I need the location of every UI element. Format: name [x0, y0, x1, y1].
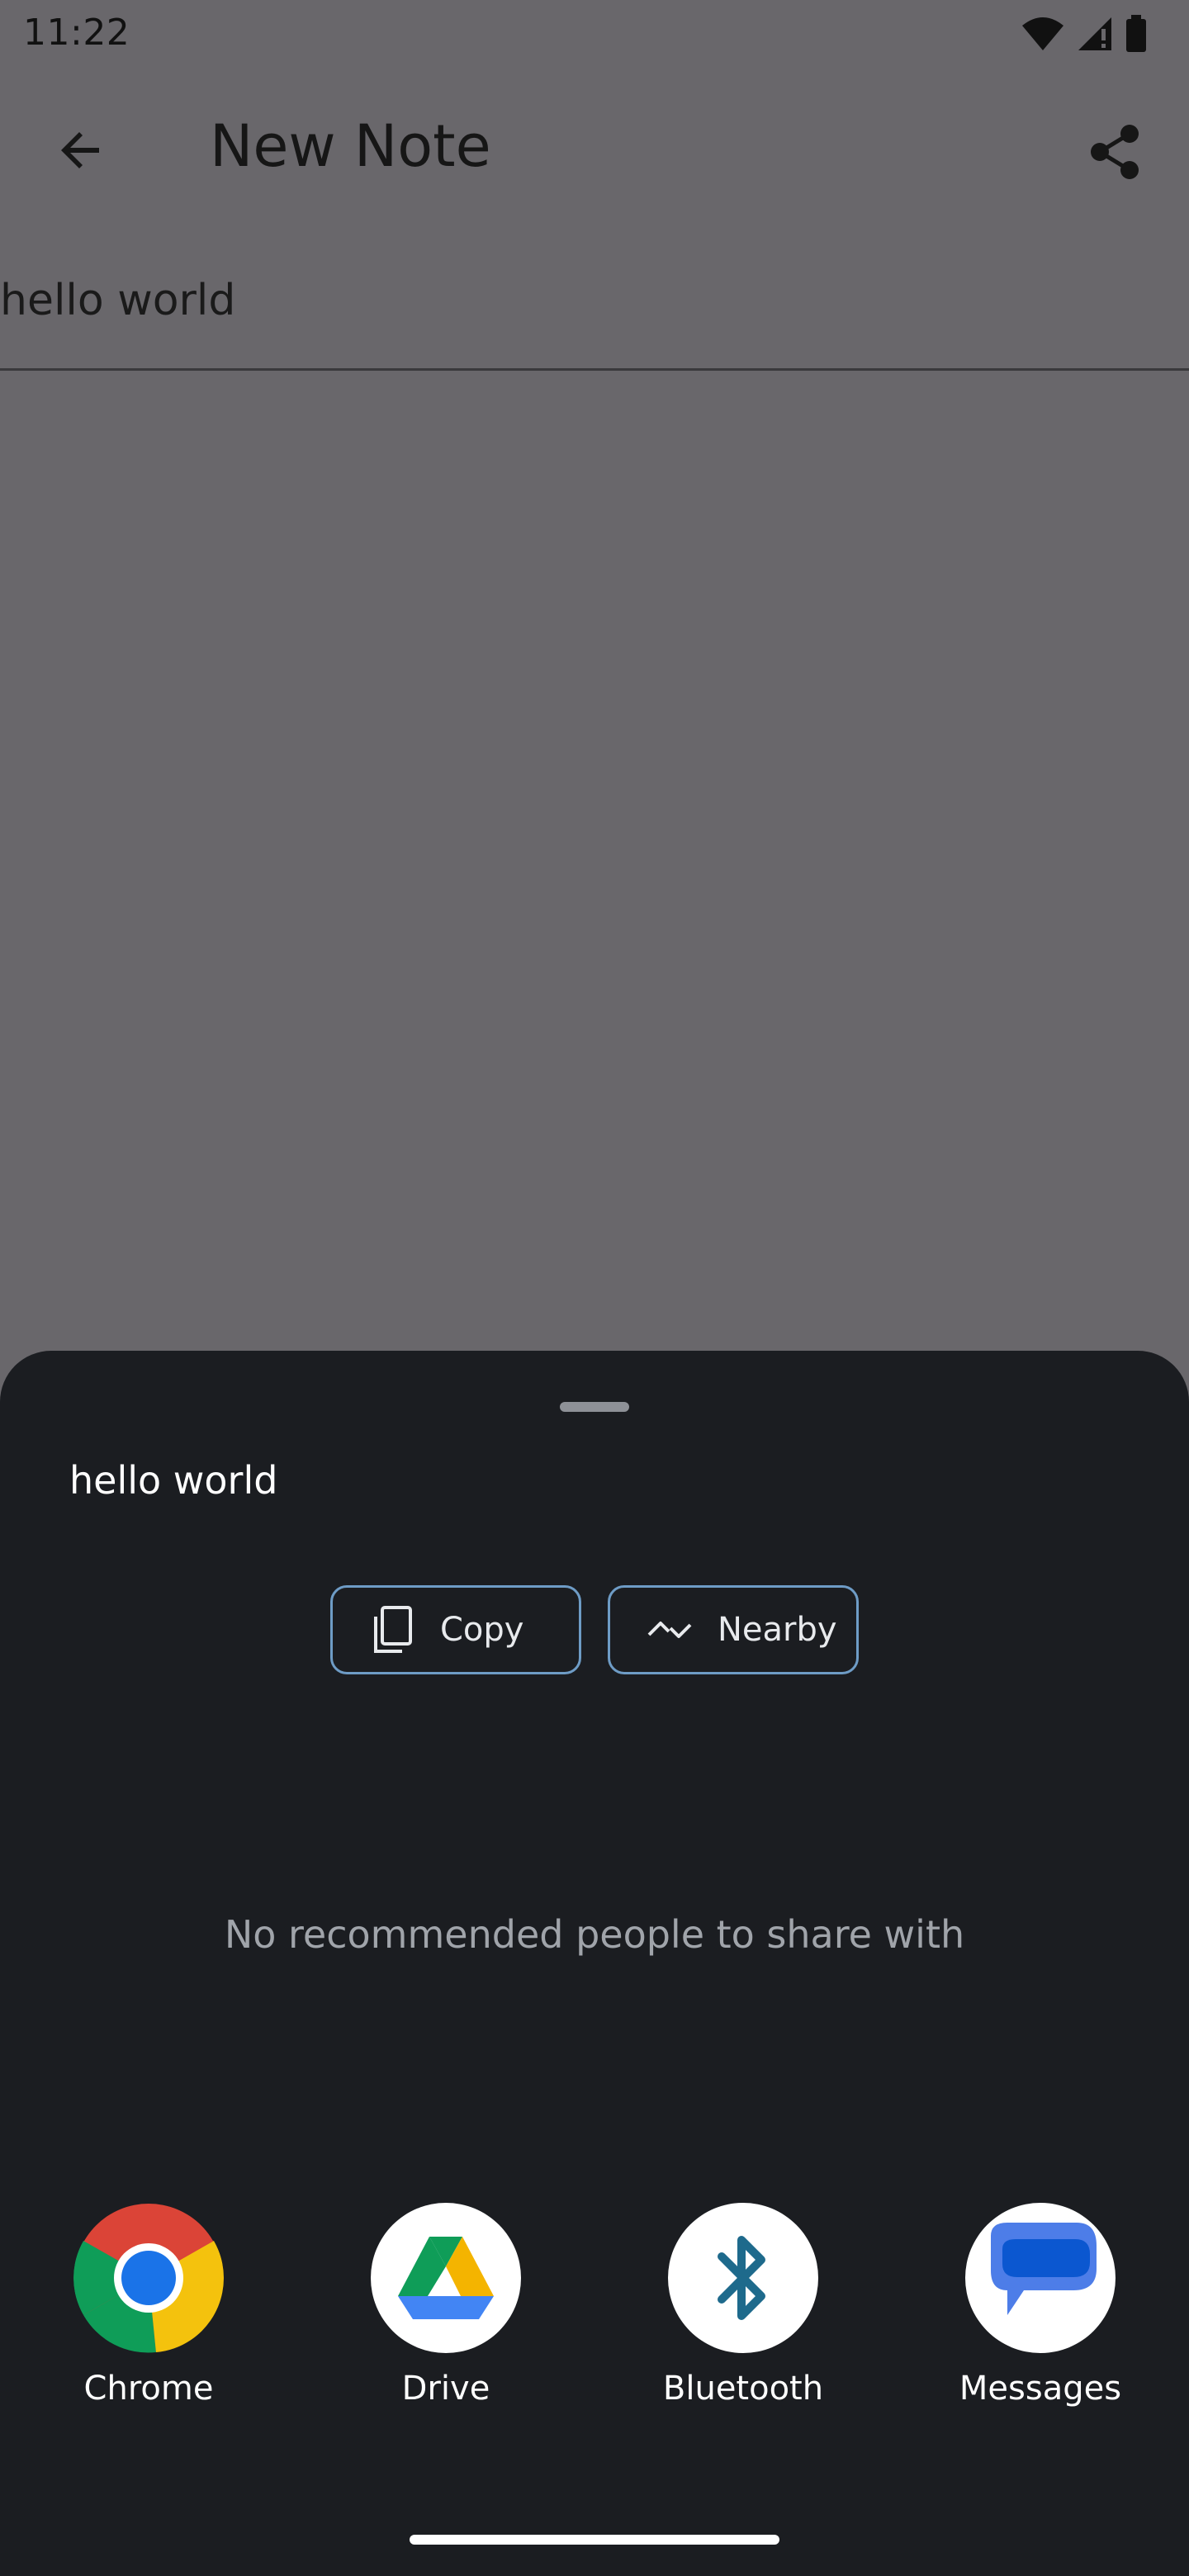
- copy-button-label: Copy: [440, 1611, 524, 1649]
- share-apps-row: Chrome Drive Bluetooth Messages: [0, 2203, 1189, 2451]
- no-recommendations-message: No recommended people to share with: [224, 1912, 965, 1957]
- chrome-icon: [73, 2203, 224, 2353]
- share-target-messages[interactable]: Messages: [917, 2203, 1164, 2408]
- share-preview-text: hello world: [69, 1458, 278, 1503]
- nearby-icon: [645, 1605, 694, 1655]
- copy-button[interactable]: Copy: [330, 1585, 581, 1674]
- drag-handle[interactable]: [560, 1402, 629, 1412]
- share-target-drive[interactable]: Drive: [322, 2203, 570, 2408]
- nearby-button[interactable]: Nearby: [608, 1585, 859, 1674]
- share-target-label: Chrome: [83, 2370, 214, 2408]
- share-icon: [1087, 122, 1143, 185]
- share-target-label: Messages: [959, 2370, 1122, 2408]
- share-target-label: Drive: [401, 2370, 490, 2408]
- messages-icon: [965, 2203, 1116, 2353]
- back-button[interactable]: [38, 109, 124, 195]
- copy-icon: [367, 1605, 417, 1655]
- note-content[interactable]: hello world: [0, 276, 235, 325]
- status-icons: [1021, 15, 1148, 56]
- status-bar: 11:22: [0, 0, 1189, 69]
- share-target-label: Bluetooth: [662, 2370, 824, 2408]
- status-time: 11:22: [23, 12, 130, 54]
- page-title: New Note: [210, 112, 491, 180]
- share-target-bluetooth[interactable]: Bluetooth: [619, 2203, 867, 2408]
- bluetooth-icon: [668, 2203, 818, 2353]
- drive-icon: [371, 2203, 521, 2353]
- nearby-button-label: Nearby: [718, 1611, 837, 1649]
- home-indicator[interactable]: [410, 2535, 779, 2545]
- share-target-chrome[interactable]: Chrome: [25, 2203, 272, 2408]
- signal-icon: [1077, 16, 1113, 55]
- battery-icon: [1125, 15, 1148, 56]
- wifi-icon: [1021, 16, 1065, 55]
- note-divider: [0, 368, 1189, 371]
- screen: 11:22 New Note hello world hello world C…: [0, 0, 1189, 2576]
- share-sheet: hello world Copy Nearby No recommended p…: [0, 1351, 1189, 2576]
- arrow-back-icon: [54, 124, 107, 180]
- share-button[interactable]: [1072, 111, 1158, 197]
- app-bar: New Note: [0, 69, 1189, 231]
